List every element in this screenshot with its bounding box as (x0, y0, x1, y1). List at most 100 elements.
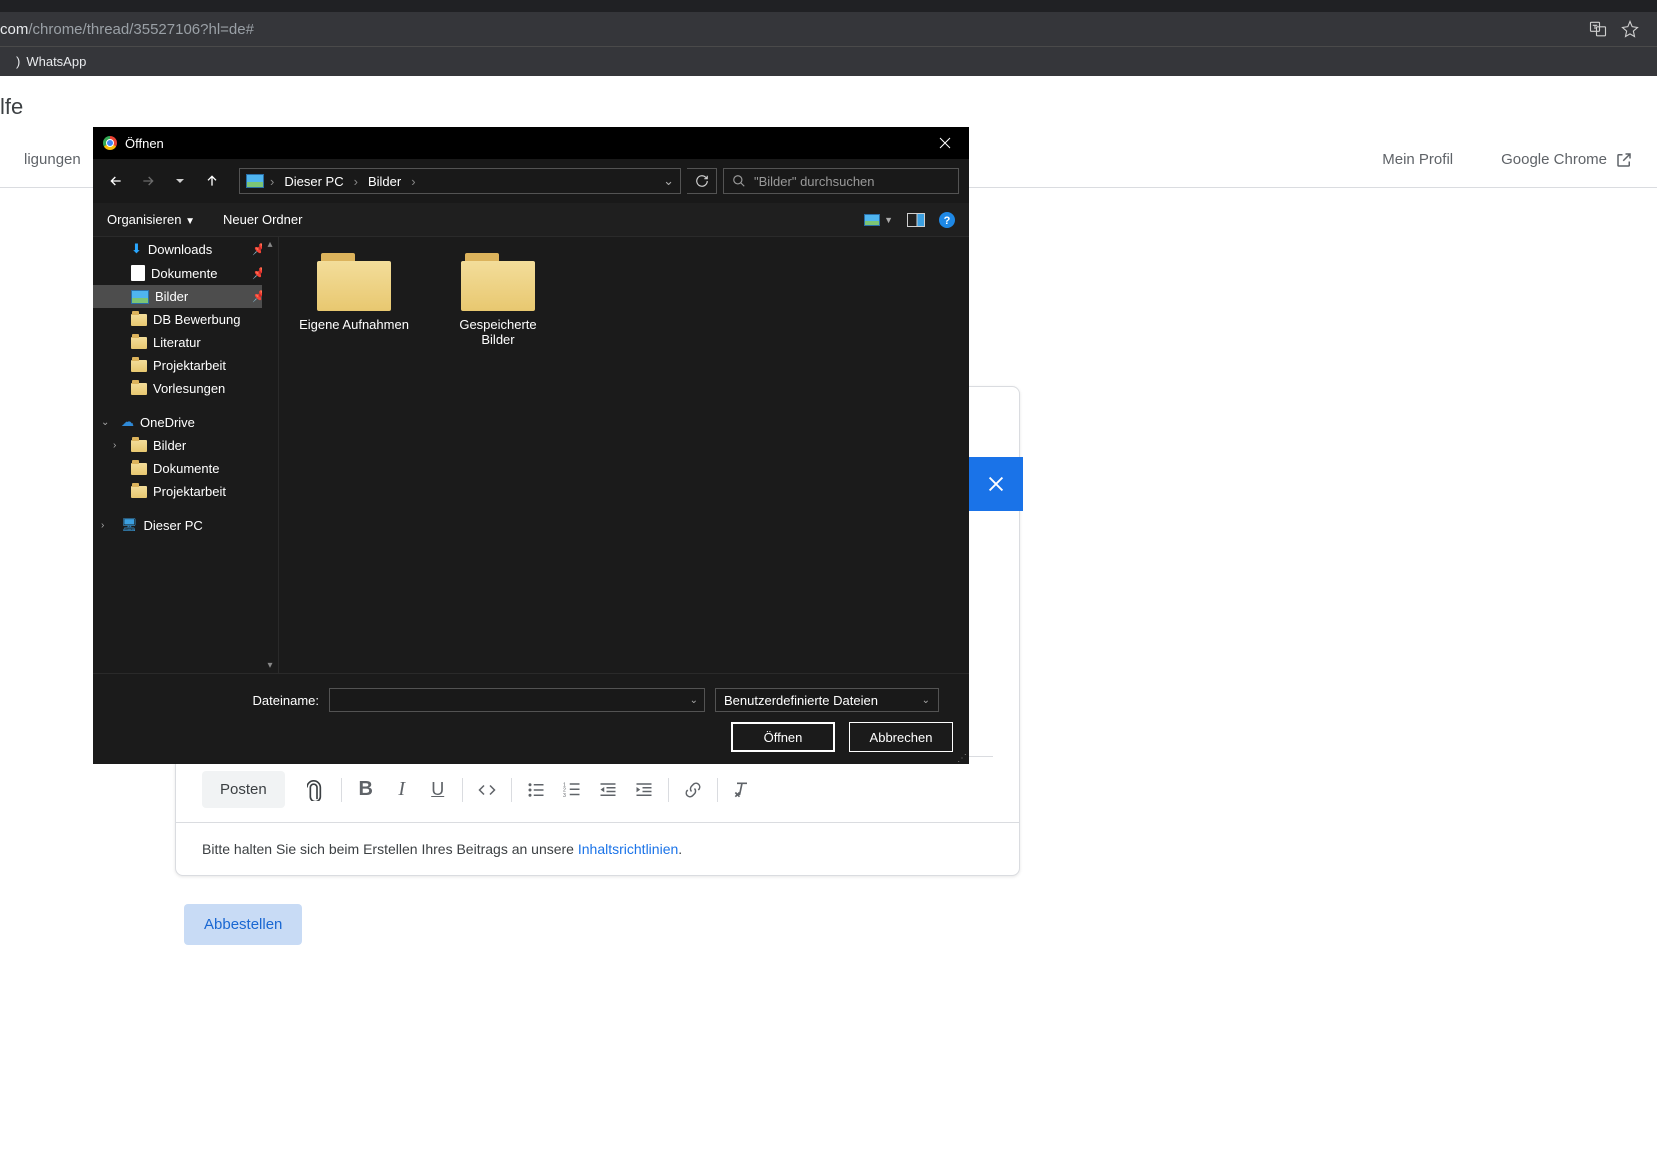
dialog-title: Öffnen (125, 136, 164, 151)
link-icon[interactable] (675, 772, 711, 808)
code-icon[interactable] (469, 772, 505, 808)
filename-input[interactable]: ⌄ (329, 688, 705, 712)
external-link-icon (1615, 151, 1633, 169)
tree-od-dokumente[interactable]: Dokumente (93, 457, 278, 480)
tree-od-bilder[interactable]: ›Bilder (93, 434, 278, 457)
footer-note: Bitte halten Sie sich beim Erstellen Ihr… (176, 822, 1019, 875)
search-box[interactable]: "Bilder" durchsuchen (723, 168, 959, 194)
close-dialog-button[interactable] (969, 457, 1023, 511)
chevron-right-icon: › (354, 174, 358, 189)
svg-text:3: 3 (563, 792, 566, 798)
url-path: /chrome/thread/35527106?hl=de# (28, 21, 254, 38)
unsubscribe-button[interactable]: Abbestellen (184, 904, 302, 945)
document-icon (131, 265, 145, 281)
folder-icon (459, 251, 537, 313)
indent-icon[interactable] (626, 772, 662, 808)
nav-profile[interactable]: Mein Profil (1382, 151, 1453, 168)
preview-pane-button[interactable] (907, 213, 925, 227)
crumb-bilder[interactable]: Bilder (364, 174, 405, 189)
tree-vorlesungen[interactable]: Vorlesungen (93, 377, 278, 400)
tree-dieser-pc[interactable]: ›🖥Dieser PC (93, 513, 278, 537)
cloud-icon: ☁ (121, 414, 134, 430)
view-mode-button[interactable]: ▼ (864, 214, 893, 226)
tree-dokumente[interactable]: Dokumente📌 (93, 261, 278, 285)
folder-tree[interactable]: ⬇Downloads📌 Dokumente📌 Bilder📌 DB Bewerb… (93, 237, 279, 673)
tree-downloads[interactable]: ⬇Downloads📌 (93, 237, 278, 261)
folder-icon (131, 486, 147, 498)
organize-menu[interactable]: Organisieren ▼ (107, 212, 195, 227)
tree-od-projektarbeit[interactable]: Projektarbeit (93, 480, 278, 503)
chevron-down-icon[interactable]: ⌄ (690, 695, 698, 706)
translate-icon[interactable] (1589, 20, 1607, 38)
folder-gespeicherte-bilder[interactable]: Gespeicherte Bilder (443, 251, 553, 347)
file-open-dialog: Öffnen › Dieser PC › Bilder › ⌄ (93, 127, 969, 713)
folder-content[interactable]: Eigene Aufnahmen Gespeicherte Bilder (279, 237, 969, 673)
chevron-right-icon: › (270, 174, 274, 189)
nav-recent-dropdown[interactable] (167, 168, 193, 194)
folder-icon (315, 251, 393, 313)
chevron-right-icon[interactable]: › (101, 520, 104, 531)
dialog-close-button[interactable] (931, 129, 959, 157)
chevron-down-icon: ▼ (884, 215, 893, 225)
chevron-down-icon: ▼ (185, 216, 195, 227)
bold-icon[interactable]: B (348, 772, 384, 808)
tree-projektarbeit[interactable]: Projektarbeit (93, 354, 278, 377)
post-button[interactable]: Posten (202, 771, 285, 808)
attach-icon[interactable] (299, 772, 335, 808)
pc-icon: 🖥 (121, 517, 138, 533)
guidelines-link[interactable]: Inhaltsrichtlinien (578, 841, 678, 857)
resize-grip[interactable]: ⋰ (957, 756, 967, 762)
chevron-down-icon: ⌄ (922, 695, 930, 706)
cancel-button[interactable]: Abbrechen (849, 722, 953, 752)
dialog-bottom: Dateiname: ⌄ Benutzerdefinierte Dateien … (93, 673, 969, 764)
scroll-up-icon[interactable]: ▴ (267, 239, 272, 250)
chevron-right-icon[interactable]: › (113, 440, 116, 451)
tree-scrollbar[interactable]: ▴ ▾ (262, 237, 278, 673)
search-icon (732, 174, 746, 188)
bookmark-whatsapp[interactable]: ) WhatsApp (8, 50, 94, 73)
svg-text:?: ? (944, 215, 951, 227)
url-host: com (0, 21, 28, 38)
star-icon[interactable] (1621, 20, 1639, 38)
number-list-icon[interactable]: 123 (554, 772, 590, 808)
tree-onedrive[interactable]: ⌄☁OneDrive (93, 410, 278, 434)
crumb-pc[interactable]: Dieser PC (280, 174, 347, 189)
tree-db-bewerbung[interactable]: DB Bewerbung (93, 308, 278, 331)
nav-forward-button[interactable] (135, 168, 161, 194)
folder-eigene-aufnahmen[interactable]: Eigene Aufnahmen (299, 251, 409, 332)
folder-icon (131, 337, 147, 349)
outdent-icon[interactable] (590, 772, 626, 808)
download-icon: ⬇ (131, 241, 142, 257)
folder-icon (131, 440, 147, 452)
dialog-titlebar: Öffnen (93, 127, 969, 159)
editor-toolbar: Posten B I U 123 (176, 757, 1019, 822)
nav-up-button[interactable] (199, 168, 225, 194)
chevron-down-icon[interactable]: ⌄ (663, 173, 674, 189)
nav-item[interactable]: ligungen (24, 151, 81, 168)
underline-icon[interactable]: U (420, 772, 456, 808)
tree-literatur[interactable]: Literatur (93, 331, 278, 354)
new-folder-button[interactable]: Neuer Ordner (223, 212, 302, 227)
folder-icon (131, 314, 147, 326)
folder-icon (131, 383, 147, 395)
url-bar[interactable]: com/chrome/thread/35527106?hl=de# (0, 12, 1657, 46)
nav-chrome-link[interactable]: Google Chrome (1501, 151, 1633, 169)
help-button[interactable]: ? (939, 212, 955, 228)
clear-format-icon[interactable] (724, 772, 760, 808)
tree-bilder[interactable]: Bilder📌 (93, 285, 278, 308)
nav-back-button[interactable] (103, 168, 129, 194)
chevron-down-icon[interactable]: ⌄ (101, 417, 109, 428)
refresh-button[interactable] (687, 168, 717, 194)
chevron-right-icon: › (411, 174, 415, 189)
breadcrumb-path[interactable]: › Dieser PC › Bilder › ⌄ (239, 168, 681, 194)
pictures-icon (131, 290, 149, 304)
scroll-down-icon[interactable]: ▾ (267, 660, 272, 671)
bullet-list-icon[interactable] (518, 772, 554, 808)
italic-icon[interactable]: I (384, 772, 420, 808)
open-button[interactable]: Öffnen (731, 722, 835, 752)
dialog-nav: › Dieser PC › Bilder › ⌄ "Bilder" durchs… (93, 159, 969, 203)
filetype-select[interactable]: Benutzerdefinierte Dateien ⌄ (715, 688, 939, 712)
pictures-icon (246, 174, 264, 188)
dialog-toolbar: Organisieren ▼ Neuer Ordner ▼ ? (93, 203, 969, 237)
folder-icon (131, 463, 147, 475)
